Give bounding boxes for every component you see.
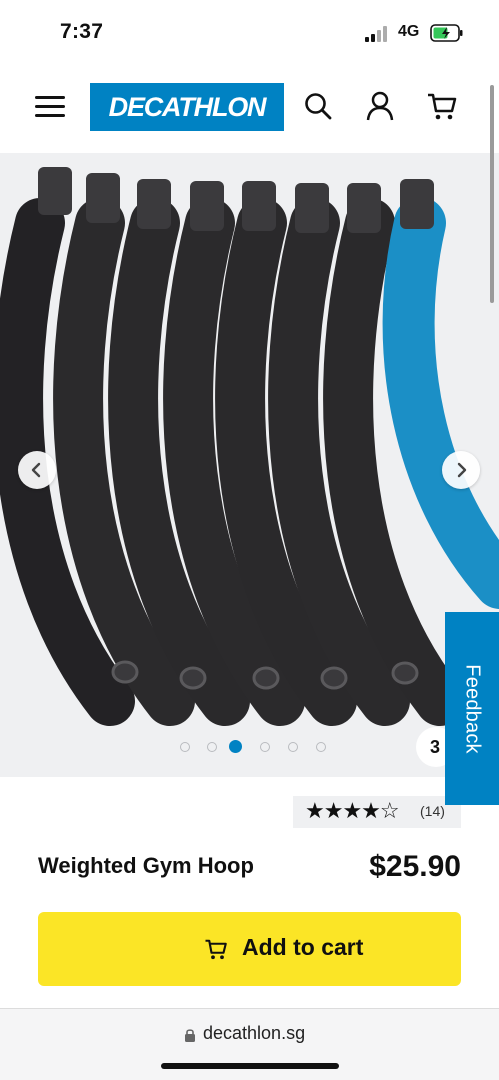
home-indicator <box>161 1063 339 1069</box>
chevron-right-icon <box>457 462 467 478</box>
previous-image-button[interactable] <box>18 451 56 489</box>
cart-icon[interactable] <box>426 90 458 122</box>
gallery-dot[interactable] <box>260 742 270 752</box>
status-bar: 7:37 4G <box>0 0 499 66</box>
lock-icon <box>185 1029 195 1042</box>
product-title: Weighted Gym Hoop <box>38 853 254 878</box>
browser-address-bar[interactable]: decathlon.sg <box>0 1008 499 1080</box>
chevron-left-icon <box>31 462 41 478</box>
scrollbar-thumb[interactable] <box>490 85 494 303</box>
gallery-dot[interactable] <box>180 742 190 752</box>
gallery-dot[interactable] <box>207 742 217 752</box>
network-label: 4G <box>398 23 420 40</box>
add-to-cart-label: Add to cart <box>242 934 364 960</box>
product-price: $25.90 <box>369 850 461 883</box>
account-icon[interactable] <box>364 90 396 122</box>
battery-charging-icon <box>430 24 463 42</box>
next-image-button[interactable] <box>442 451 480 489</box>
site-header: DECATHLON <box>0 66 499 152</box>
star-rating: ★★★★☆ <box>305 799 400 824</box>
gallery-dot[interactable] <box>316 742 326 752</box>
url-text: decathlon.sg <box>203 1023 306 1043</box>
feedback-label: Feedback <box>461 663 484 754</box>
feedback-tab[interactable]: Feedback <box>445 612 499 805</box>
menu-icon[interactable] <box>35 94 65 120</box>
search-icon[interactable] <box>302 90 334 122</box>
signal-icon <box>365 26 389 42</box>
rating-summary[interactable]: ★★★★☆ (14) <box>293 796 461 828</box>
cart-icon <box>205 939 227 960</box>
gallery-dot[interactable] <box>288 742 298 752</box>
gallery-dot-active[interactable] <box>229 740 242 753</box>
product-image <box>0 167 499 726</box>
gallery-pagination <box>174 740 334 754</box>
status-time: 7:37 <box>60 20 104 43</box>
product-gallery[interactable]: 3 <box>0 153 499 777</box>
add-to-cart-button[interactable]: Add to cart <box>38 912 461 986</box>
decathlon-logo[interactable]: DECATHLON <box>90 83 284 131</box>
review-count: (14) <box>420 803 445 819</box>
